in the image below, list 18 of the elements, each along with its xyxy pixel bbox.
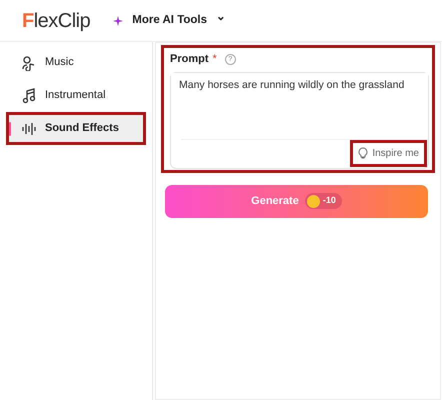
- more-ai-tools-menu[interactable]: More AI Tools ⌄: [112, 12, 226, 30]
- sparkle-icon: [112, 14, 124, 26]
- selection-indicator: [9, 122, 11, 136]
- music-icon: [21, 54, 37, 70]
- lightbulb-icon: [358, 147, 368, 159]
- generate-button[interactable]: Generate -10: [165, 184, 428, 218]
- coin-icon: [306, 194, 320, 208]
- logo: FlexClip: [22, 8, 90, 34]
- sidebar-item[interactable]: Instrumental: [9, 82, 143, 109]
- sidebar-item[interactable]: Music: [9, 49, 143, 76]
- music-note-icon: [21, 88, 37, 104]
- sound-wave-icon: [21, 120, 37, 136]
- cost-badge: -10: [304, 193, 342, 209]
- prompt-field[interactable]: Many horses are running wildly on the grassland Inspire me: [170, 72, 429, 168]
- sidebar-item[interactable]: Sound Effects: [9, 115, 143, 142]
- caret-icon: ⌄: [216, 8, 226, 26]
- prompt-label: Prompt: [170, 52, 208, 67]
- required-mark: *: [212, 52, 217, 67]
